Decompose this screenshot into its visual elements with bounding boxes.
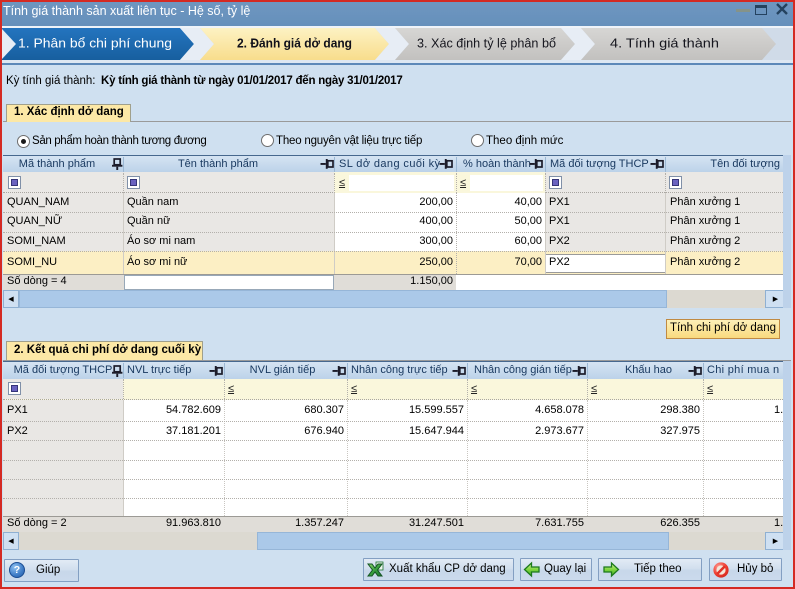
svg-text:3. Xác định tỷ lệ phân bổ: 3. Xác định tỷ lệ phân bổ (417, 35, 556, 50)
svg-text:1. Phân bổ chi phí chung: 1. Phân bổ chi phí chung (18, 35, 172, 50)
svg-text:2. Đánh giá dở dang: 2. Đánh giá dở dang (237, 35, 352, 50)
svg-text:4. Tính giá thành: 4. Tính giá thành (610, 35, 719, 50)
